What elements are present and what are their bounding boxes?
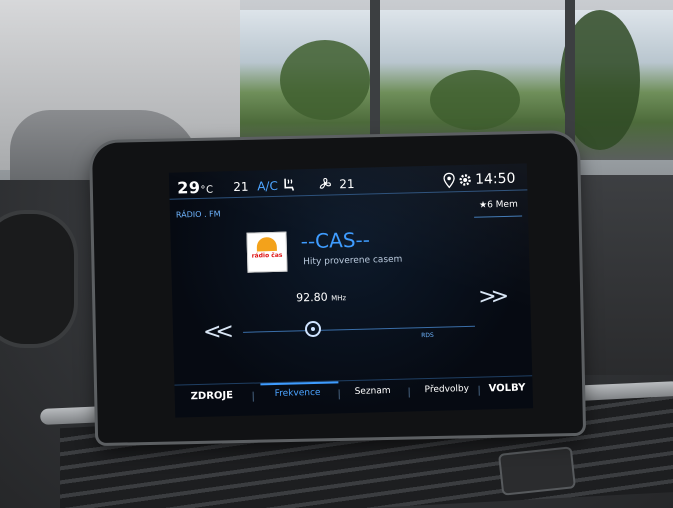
infotainment-display: 29°C 21 A/C 21 14:50 RÁDIO . FM ★6 Mem r… [168,163,534,418]
station-name: --CAS-- [300,227,371,254]
presets-underline [474,215,523,218]
tab-divider [478,385,480,396]
rds-indicator: RDS [421,331,434,340]
source-label: RÁDIO . FM [175,209,221,220]
location-icon [443,172,455,191]
tab-bar-line [174,375,533,386]
tree [280,40,370,120]
station-logo: rádio čas [246,231,288,273]
fan-icon[interactable] [317,175,333,194]
tab-divider [408,387,410,398]
tab-zdroje[interactable]: ZDROJE [191,390,234,402]
photo-scene: 29°C 21 A/C 21 14:50 RÁDIO . FM ★6 Mem r… [0,0,673,508]
tab-divider [338,389,340,400]
seat-heating-icon[interactable] [281,176,297,195]
gear-icon[interactable] [457,172,473,191]
presets-button[interactable]: ★6 Mem [479,200,518,211]
next-station-button[interactable]: >> [478,284,504,310]
fan-speed-right[interactable]: 21 [339,177,355,191]
frequency-readout: 92.80 MHz [296,290,347,305]
ac-button[interactable]: A/C [257,179,278,194]
left-air-vent [0,210,78,348]
previous-station-button[interactable]: << [203,319,229,345]
vent-tab [498,446,576,496]
tab-volby[interactable]: VOLBY [488,382,525,394]
tab-predvolby[interactable]: Předvolby [425,384,470,395]
tab-divider [252,391,254,402]
frequency-slider-knob[interactable] [304,320,322,338]
station-tagline: Hity proverene casem [303,254,403,268]
clock: 14:50 [474,170,516,188]
status-bar: 29°C 21 A/C 21 14:50 [177,170,519,201]
tab-seznam[interactable]: Seznam [355,386,391,397]
tab-frekvence[interactable]: Frekvence [275,388,321,399]
fan-speed-left[interactable]: 21 [233,180,249,194]
frequency-slider-track[interactable] [243,325,475,333]
temperature-left[interactable]: 29°C [177,178,214,198]
logo-text: rádio čas [251,251,283,260]
sun-icon [256,236,277,252]
tree [430,70,520,130]
